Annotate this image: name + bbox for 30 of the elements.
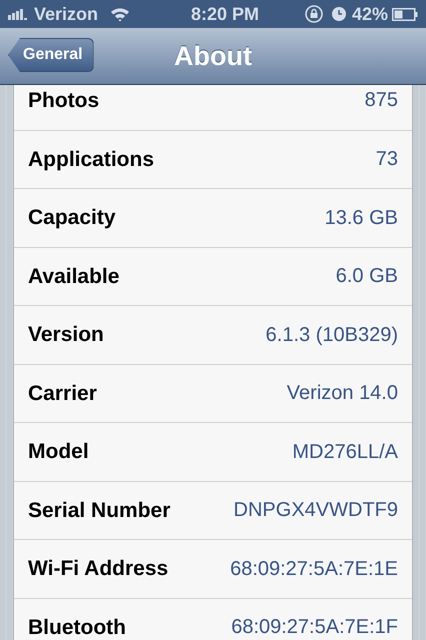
row-label: Serial Number [28, 498, 170, 524]
row-value: 68:09:27:5A:7E:1E [230, 556, 398, 582]
back-button[interactable]: General [8, 38, 94, 72]
row-value: MD276LL/A [292, 440, 398, 465]
row-label: Available [28, 264, 120, 290]
clock-icon [332, 7, 346, 21]
row-value: 6.1.3 (10B329) [266, 322, 398, 348]
signal-icon [8, 8, 30, 20]
row-label: Photos [28, 88, 100, 114]
row-value: 13.6 GB [324, 206, 398, 231]
rotation-lock-icon [304, 4, 324, 24]
row-value: 73 [376, 147, 398, 172]
row-label: Carrier [28, 380, 97, 406]
page-title: About [174, 40, 252, 73]
row-value: 68:09:27:5A:7E:1F [231, 615, 398, 640]
row-label: Capacity [28, 205, 116, 231]
row-value: Verizon 14.0 [286, 381, 398, 406]
clock-time: 8:20 PM [190, 2, 260, 26]
row-label: Wi-Fi Address [28, 556, 168, 582]
row-label: Bluetooth [28, 614, 126, 640]
row-label: Applications [28, 146, 154, 172]
wifi-icon [110, 6, 130, 22]
battery-percent: 42% [352, 2, 388, 26]
row-label: Version [28, 322, 104, 348]
row-value: 6.0 GB [336, 264, 398, 290]
row-label: Model [28, 439, 89, 465]
row-value: 875 [364, 88, 398, 114]
row-value: DNPGX4VWDTF9 [234, 498, 398, 524]
carrier-name: Verizon [34, 2, 98, 26]
battery-icon [392, 8, 418, 20]
